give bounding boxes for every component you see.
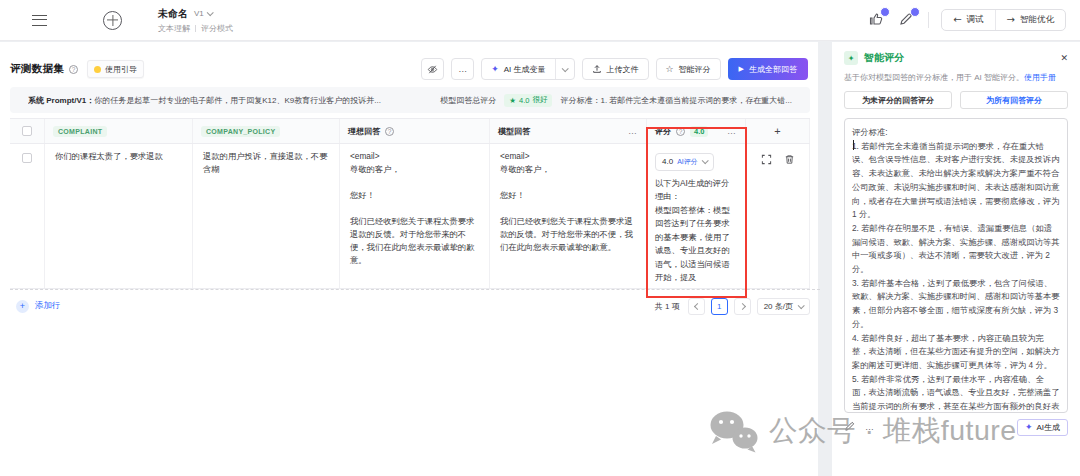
add-column-button[interactable]: + bbox=[754, 125, 801, 137]
score-reason: 以下为AI生成的评分理由： 模型回答整体：模型回答达到了任务要求的基本要素，使用… bbox=[655, 177, 737, 285]
guide-button[interactable]: 使用引导 bbox=[87, 60, 144, 78]
sparkle-icon: ✦ bbox=[491, 64, 499, 74]
column-header-score[interactable]: 评分 bbox=[655, 126, 671, 137]
sparkle-icon: ✦ bbox=[1025, 422, 1033, 432]
column-header-ideal[interactable]: 理想回答 bbox=[348, 126, 380, 137]
star-icon: ☆ bbox=[666, 64, 674, 74]
cell-complaint[interactable]: 你们的课程太贵了，要求退款 bbox=[55, 150, 182, 163]
ai-generate-variables-dropdown[interactable] bbox=[555, 59, 574, 79]
column-header-company-policy[interactable]: COMPANY_POLICY bbox=[201, 126, 280, 137]
mode-switch-group: ←调试 →智能优化 bbox=[941, 9, 1066, 31]
sidebar-title: 智能评分 bbox=[864, 51, 904, 65]
ai-generate-button[interactable]: ✦AI生成 bbox=[1017, 419, 1068, 436]
sidebar-description: 基于你对模型回答的评分标准，用于 AI 智能评分。使用手册 bbox=[844, 72, 1068, 83]
row-checkbox[interactable] bbox=[22, 153, 32, 163]
help-icon[interactable]: ? bbox=[69, 65, 78, 74]
expand-row-icon[interactable] bbox=[761, 154, 772, 165]
debug-button[interactable]: ←调试 bbox=[942, 10, 994, 30]
feedback-edit-icon[interactable] bbox=[898, 11, 916, 29]
cell-model-answer[interactable]: <email> 尊敬的客户， 您好！ 我们已经收到您关于课程太贵要求退款的反馈。… bbox=[500, 150, 636, 254]
score-select[interactable]: 4.0AI评分 bbox=[655, 153, 714, 171]
criteria-textarea[interactable]: 评分标准: 1. 若邮件完全未遵循当前提示词的要求，存在重大错误、包含误导性信息… bbox=[844, 118, 1068, 413]
table-header-row: COMPLAINT COMPANY_POLICY 理想回答? 模型回答 … 评分?… bbox=[10, 119, 810, 144]
chevron-down-icon bbox=[206, 9, 213, 16]
score-column-badge: 4.0 bbox=[690, 126, 708, 137]
table-bottom-divider bbox=[10, 289, 820, 290]
dataset-panel: 评测数据集 ? 使用引导 … ✦AI 生成变量 上传文件 ☆ 智能评分 ▶ 生成… bbox=[0, 42, 818, 476]
help-icon: ? bbox=[676, 127, 685, 136]
play-icon: ▶ bbox=[739, 65, 744, 73]
add-row-button[interactable]: + 添加行 bbox=[16, 300, 61, 313]
table-row: 你们的课程太贵了，要求退款 退款的用户投诉，直接退款，不要含糊 <email> … bbox=[10, 144, 810, 289]
app-subtitle: 文本理解评分模式 bbox=[158, 23, 233, 34]
total-score-badge: ★4.0很好 bbox=[504, 94, 552, 107]
target-icon[interactable] bbox=[103, 11, 122, 30]
dataset-table: COMPLAINT COMPANY_POLICY 理想回答? 模型回答 … 评分?… bbox=[10, 118, 810, 290]
feedback-like-icon[interactable] bbox=[868, 11, 886, 29]
column-menu-icon[interactable]: … bbox=[727, 126, 737, 136]
smart-score-button[interactable]: ☆ 智能评分 bbox=[656, 58, 721, 80]
total-score-label: 模型回答总评分 bbox=[440, 95, 496, 106]
smart-optimize-button[interactable]: →智能优化 bbox=[995, 10, 1065, 30]
close-icon[interactable]: ✕ bbox=[1060, 53, 1068, 63]
page-size-select[interactable]: 20 条/页 bbox=[757, 298, 810, 315]
notification-badge bbox=[910, 7, 920, 17]
column-header-complaint[interactable]: COMPLAINT bbox=[53, 126, 107, 137]
edit-icon[interactable] bbox=[844, 418, 855, 436]
generate-all-answers-button[interactable]: ▶ 生成全部回答 bbox=[728, 58, 808, 80]
next-page-button[interactable] bbox=[734, 298, 751, 315]
smart-score-sidebar: ✦ 智能评分 ✕ 基于你对模型回答的评分标准，用于 AI 智能评分。使用手册 为… bbox=[832, 42, 1080, 476]
system-prompt-bar[interactable]: 系统 Prompt/V1：你的任务是起草一封专业的电子邮件，用于回复K12、K9… bbox=[10, 87, 810, 113]
pagination-total: 共 1 项 bbox=[655, 301, 680, 312]
more-icon[interactable]: … bbox=[865, 422, 875, 432]
app-title: 未命名 bbox=[158, 7, 188, 21]
ai-generate-variables-button[interactable]: ✦AI 生成变量 bbox=[481, 58, 574, 80]
smart-score-icon: ✦ bbox=[844, 51, 858, 65]
prev-page-button[interactable] bbox=[688, 298, 705, 315]
score-all-button[interactable]: 为所有回答评分 bbox=[960, 91, 1068, 109]
divider bbox=[928, 12, 929, 28]
pagination: 共 1 项 1 20 条/页 bbox=[655, 298, 810, 315]
select-all-checkbox[interactable] bbox=[22, 126, 32, 136]
manual-link[interactable]: 使用手册 bbox=[1024, 73, 1056, 82]
plus-icon: + bbox=[16, 300, 29, 313]
app-title-block: 未命名 V1 文本理解评分模式 bbox=[158, 7, 233, 34]
score-unscored-button[interactable]: 为未评分的回答评分 bbox=[844, 91, 952, 109]
current-page[interactable]: 1 bbox=[711, 298, 728, 315]
version-selector[interactable]: V1 bbox=[194, 9, 212, 18]
menu-icon[interactable] bbox=[32, 15, 47, 26]
hide-columns-button[interactable] bbox=[421, 58, 444, 80]
star-icon: ★ bbox=[509, 96, 516, 105]
cell-ideal-answer[interactable]: <email> 尊敬的客户， 您好！ 我们已经收到您关于课程太贵要求退款的反馈。… bbox=[350, 150, 479, 267]
topbar: 未命名 V1 文本理解评分模式 ←调试 →智能优化 bbox=[0, 0, 1080, 41]
notification-badge bbox=[880, 7, 890, 17]
more-actions-button[interactable]: … bbox=[451, 58, 474, 80]
page-title: 评测数据集 bbox=[10, 62, 64, 76]
cell-company-policy[interactable]: 退款的用户投诉，直接退款，不要含糊 bbox=[203, 150, 329, 176]
criteria-preview: 评分标准：1. 若邮件完全未遵循当前提示词的要求，存在重大错... bbox=[560, 95, 792, 106]
help-icon: ? bbox=[385, 127, 394, 136]
delete-row-icon[interactable] bbox=[784, 154, 795, 165]
column-header-model[interactable]: 模型回答 bbox=[498, 126, 530, 137]
column-menu-icon[interactable]: … bbox=[628, 126, 638, 136]
upload-file-button[interactable]: 上传文件 bbox=[582, 58, 649, 80]
system-prompt-text: 系统 Prompt/V1：你的任务是起草一封专业的电子邮件，用于回复K12、K9… bbox=[28, 95, 381, 106]
bulb-icon bbox=[94, 66, 101, 73]
text-cursor bbox=[853, 140, 854, 150]
